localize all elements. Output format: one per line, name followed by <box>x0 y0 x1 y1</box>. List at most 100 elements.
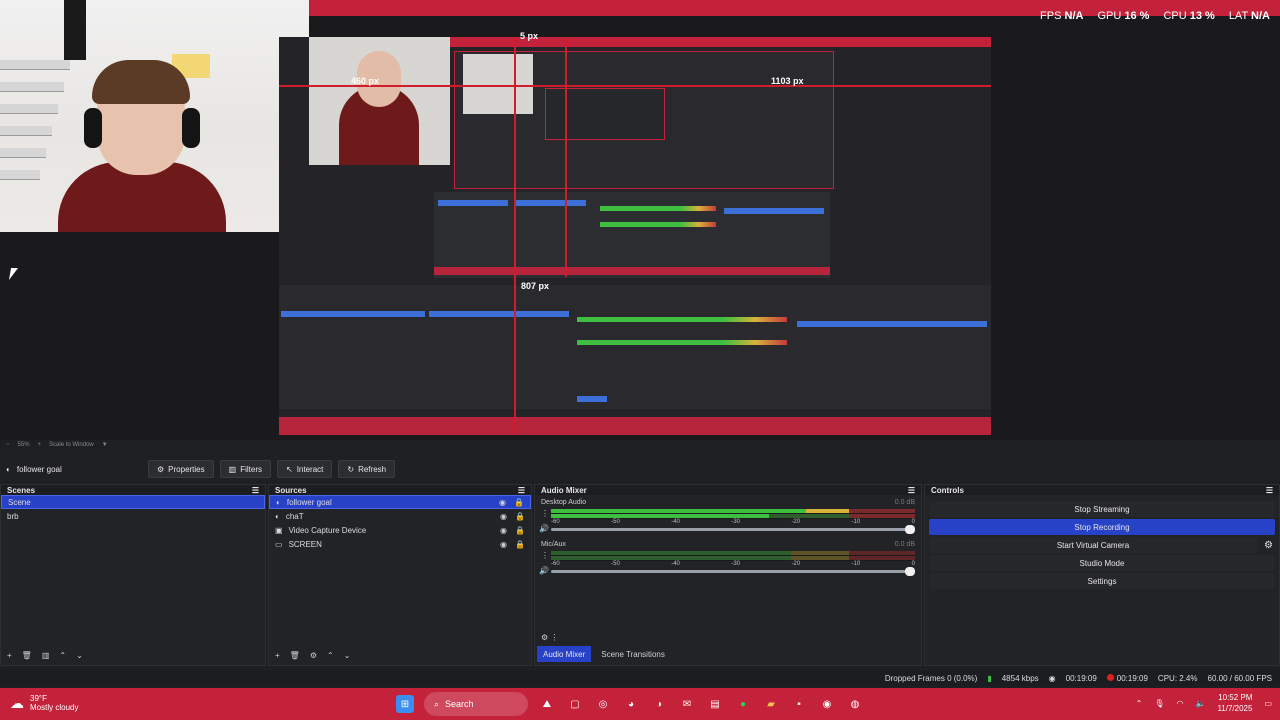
eye-icon[interactable]: ◉ <box>500 512 507 521</box>
properties-label: Properties <box>168 464 205 474</box>
windows-start-icon[interactable]: ⊞ <box>396 695 414 713</box>
discord-icon[interactable]: ◕ <box>622 695 640 713</box>
task-view-icon[interactable]: ▢ <box>566 695 584 713</box>
nested-webcam <box>309 37 450 165</box>
scene-item[interactable]: Scene <box>1 495 265 509</box>
notification-icon[interactable]: ▭ <box>1264 699 1272 708</box>
widgets-icon[interactable]: ⛰ <box>538 695 556 713</box>
recursive-screen-capture: 5 px 460 px 1103 px 807 px <box>279 31 991 435</box>
obs-icon[interactable]: ◉ <box>818 695 836 713</box>
scale-tick: -50 <box>611 561 620 567</box>
stair-step <box>0 170 40 180</box>
chevron-down-icon[interactable]: ▼ <box>102 442 108 454</box>
dock-menu-icon[interactable]: ☰ <box>1266 486 1273 495</box>
zoom-out-icon[interactable]: − <box>6 442 10 454</box>
stop-streaming-button[interactable]: Stop Streaming <box>929 501 1275 517</box>
speaker-icon[interactable]: 🔊 <box>539 566 549 575</box>
scene-item[interactable]: brb <box>1 509 265 523</box>
properties-button[interactable]: ⚙ Properties <box>148 460 214 478</box>
trash-icon[interactable]: 🗑 <box>22 651 32 660</box>
lock-icon[interactable]: 🔒 <box>515 526 525 535</box>
weather-widget[interactable]: ☁ 39°F Mostly cloudy <box>10 694 78 712</box>
lock-icon[interactable]: 🔒 <box>515 512 525 521</box>
lock-icon[interactable]: 🔒 <box>514 498 524 507</box>
wifi-icon[interactable]: ◠ <box>1176 699 1183 708</box>
hair <box>92 60 190 104</box>
filter-icon[interactable]: ▥ <box>42 651 50 660</box>
tab-scene-transitions[interactable]: Scene Transitions <box>595 646 671 662</box>
steam-icon[interactable]: ◍ <box>846 695 864 713</box>
volume-knob[interactable] <box>905 567 915 576</box>
clock[interactable]: 10:52 PM 11/7/2025 <box>1217 692 1252 714</box>
gear-icon[interactable]: ⚙ <box>310 651 317 660</box>
settings-button[interactable]: Settings <box>929 573 1275 589</box>
source-item[interactable]: ◐ follower goal ◉ 🔒 <box>269 495 531 509</box>
globe-icon: ◐ <box>6 464 11 474</box>
scale-tick: -30 <box>731 561 740 567</box>
stair-step <box>0 104 58 114</box>
dock-menu-icon[interactable]: ☰ <box>908 486 915 495</box>
filters-label: Filters <box>240 464 262 474</box>
move-up-icon[interactable]: ⌃ <box>327 651 334 660</box>
meter-yellow <box>805 509 850 513</box>
channel-menu-icon[interactable]: ⋮ <box>541 551 549 560</box>
meter-green-dim <box>769 514 850 518</box>
interact-button[interactable]: ↖ Interact <box>276 460 333 478</box>
volume-knob[interactable] <box>905 525 915 534</box>
add-icon[interactable]: + <box>7 651 12 660</box>
fps-value: N/A <box>1064 10 1084 22</box>
chevron-up-icon[interactable]: ⌃ <box>1136 699 1143 708</box>
filter-icon: ▥ <box>228 464 237 474</box>
clock-time: 10:52 PM <box>1218 693 1253 702</box>
eye-icon[interactable]: ◉ <box>500 526 507 535</box>
move-down-icon[interactable]: ⌄ <box>344 651 351 660</box>
refresh-icon: ↻ <box>347 464 355 474</box>
mic-icon[interactable]: 🎙 <box>1154 699 1164 708</box>
source-item[interactable]: ◐ chaT ◉ 🔒 <box>269 509 531 523</box>
source-item[interactable]: ▭ SCREEN ◉ 🔒 <box>269 537 531 551</box>
volume-slider[interactable] <box>551 567 915 576</box>
stop-recording-button[interactable]: Stop Recording <box>929 519 1275 535</box>
channel-menu-icon[interactable]: ⋮ <box>541 509 549 518</box>
live-icon[interactable]: ▤ <box>706 695 724 713</box>
outlook-icon[interactable]: ✉ <box>678 695 696 713</box>
lock-icon[interactable]: 🔒 <box>515 540 525 549</box>
meter-red <box>849 514 915 518</box>
move-down-icon[interactable]: ⌄ <box>76 651 83 660</box>
source-item[interactable]: ▣ Video Capture Device ◉ 🔒 <box>269 523 531 537</box>
dock-menu-icon[interactable]: ☰ <box>518 486 525 495</box>
level-meter <box>551 509 915 519</box>
dock-menu-icon[interactable]: ☰ <box>252 486 259 495</box>
scale-mode[interactable]: Scale to Window <box>49 442 94 454</box>
spotify-icon[interactable]: ● <box>734 695 752 713</box>
source-toolbar: ◐ follower goal ⚙ Properties ▥ Filters ↖ In… <box>0 457 1280 481</box>
add-icon[interactable]: + <box>275 651 280 660</box>
fps-label: FPS <box>1040 10 1062 22</box>
move-up-icon[interactable]: ⌃ <box>59 651 66 660</box>
mixer-settings-icon[interactable]: ⚙ ⋮ <box>541 633 558 642</box>
edge-icon[interactable]: ◑ <box>650 695 668 713</box>
chrome-icon[interactable]: ◎ <box>594 695 612 713</box>
studio-mode-button[interactable]: Studio Mode <box>929 555 1275 571</box>
eye-icon[interactable]: ◉ <box>500 540 507 549</box>
volume-icon[interactable]: 🔈 <box>1195 699 1205 708</box>
terminal-icon[interactable]: ▪ <box>790 695 808 713</box>
filters-button[interactable]: ▥ Filters <box>219 460 271 478</box>
zoom-in-icon[interactable]: + <box>38 442 42 454</box>
gear-icon[interactable]: ⚙ <box>1264 540 1273 551</box>
eye-icon[interactable]: ◉ <box>499 498 506 507</box>
trash-icon[interactable]: 🗑 <box>290 651 300 660</box>
volume-slider[interactable] <box>551 525 915 534</box>
nested-taskbar-large <box>279 417 991 435</box>
preview-canvas[interactable]: FPS N/A GPU 16 % CPU 13 % LAT N/A 5 px 4… <box>0 0 1280 440</box>
sources-title: Sources <box>275 485 307 495</box>
folder-icon[interactable]: ▰ <box>762 695 780 713</box>
tab-audio-mixer[interactable]: Audio Mixer <box>537 646 592 662</box>
refresh-button[interactable]: ↻ Refresh <box>338 460 396 478</box>
start-virtual-camera-button[interactable]: Start Virtual Camera <box>929 537 1257 553</box>
channel-db: 0.0 dB <box>894 499 915 506</box>
taskbar-search[interactable]: ⌕ Search <box>424 692 528 716</box>
sources-dock: Sources ☰ ◐ follower goal ◉ 🔒 ◐ chaT ◉ 🔒 ▣… <box>268 484 532 666</box>
sources-footer: + 🗑 ⚙ ⌃ ⌄ <box>269 649 531 661</box>
speaker-icon[interactable]: 🔊 <box>539 524 549 533</box>
